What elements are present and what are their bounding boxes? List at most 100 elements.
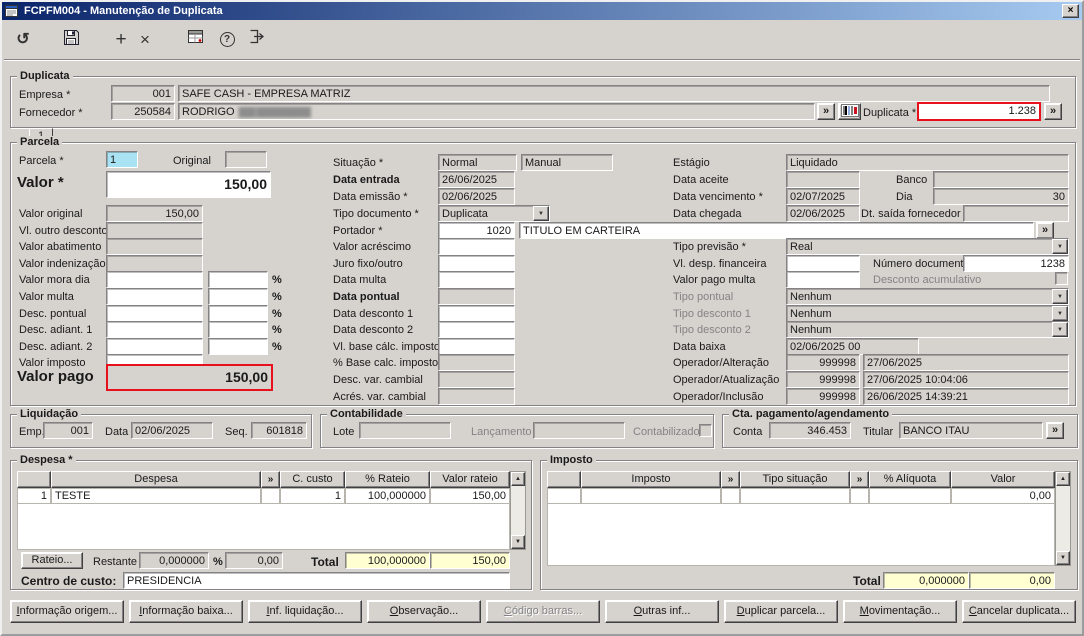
valor-mora-dia-pct-field[interactable] — [208, 271, 268, 288]
scroll-down-icon[interactable]: ▼ — [511, 535, 525, 549]
parcels-button[interactable] — [182, 29, 208, 53]
imposto-row-name[interactable] — [581, 488, 721, 504]
despesa-row-lookup-cell[interactable] — [261, 488, 280, 504]
fornecedor-code-field[interactable]: 250584 — [111, 103, 175, 120]
cancelar-duplicata-button[interactable]: Cancelar duplicata... — [962, 600, 1076, 623]
imposto-lookup-header[interactable]: » — [721, 471, 740, 488]
dia-label: Dia — [896, 191, 913, 203]
cta-legend: Cta. pagamento/agendamento — [729, 408, 892, 421]
valor-pago-multa-field[interactable] — [786, 271, 860, 288]
duplicata-lookup-button[interactable]: » — [1044, 103, 1062, 120]
tipo-documento-select[interactable]: Duplicata ▼ — [438, 205, 550, 222]
scroll-down-icon[interactable]: ▼ — [1056, 551, 1070, 565]
valor-multa-field[interactable] — [106, 288, 203, 305]
valor-multa-label: Valor multa — [19, 291, 74, 303]
chevron-down-icon[interactable]: ▼ — [1052, 239, 1068, 254]
duplicata-number-field[interactable]: 1.238 — [917, 102, 1041, 121]
percent-sign: % — [272, 274, 282, 286]
imposto-row-num[interactable] — [547, 488, 581, 504]
valor-abatimento-label: Valor abatimento — [19, 241, 101, 253]
scroll-up-icon[interactable]: ▲ — [1056, 472, 1070, 486]
imposto-row-lookup-cell[interactable] — [721, 488, 740, 504]
exit-button[interactable] — [244, 29, 270, 53]
centro-custo-field[interactable]: PRESIDENCIA — [123, 572, 510, 589]
despesa-scrollbar[interactable]: ▲ ▼ — [510, 471, 526, 550]
add-record-button[interactable]: + — [108, 29, 134, 53]
imposto-row-lookup-cell2[interactable] — [850, 488, 869, 504]
portador-lookup-button[interactable]: » — [1036, 222, 1054, 239]
despesa-row-num[interactable]: 1 — [17, 488, 51, 504]
movimentacao-button[interactable]: Movimentação... — [843, 600, 957, 623]
imposto-row-aliquota[interactable] — [869, 488, 951, 504]
desc-pontual-field[interactable] — [106, 305, 203, 322]
vl-base-calc-field[interactable] — [438, 338, 515, 355]
close-button[interactable]: × — [1062, 4, 1079, 18]
portador-name-field[interactable]: TITULO EM CARTEIRA — [519, 222, 1034, 239]
inf-liquidacao-button[interactable]: Inf. liquidação... — [248, 600, 362, 623]
desc-adiant1-pct-field[interactable] — [208, 321, 268, 338]
desconto-acumulativo-checkbox[interactable] — [1055, 272, 1068, 285]
parcela-number-field[interactable]: 1 — [106, 151, 138, 168]
help-button[interactable]: ? — [214, 29, 240, 53]
data-desconto1-field[interactable] — [438, 305, 515, 322]
data-desconto2-field[interactable] — [438, 321, 515, 338]
imposto-row-tipo[interactable] — [740, 488, 850, 504]
barcode-button[interactable] — [838, 103, 861, 120]
button-label: Observação... — [368, 601, 480, 622]
imposto-rownum-header — [547, 471, 581, 488]
dt-saida-field — [963, 205, 1069, 222]
despesa-row-name[interactable]: TESTE — [51, 488, 261, 504]
observacao-button[interactable]: Observação... — [367, 600, 481, 623]
rateio-button[interactable]: Rateio... — [21, 552, 83, 569]
tipo-situacao-lookup-header[interactable]: » — [850, 471, 869, 488]
duplicata-legend: Duplicata — [17, 70, 73, 83]
despesa-row-valor[interactable]: 150,00 — [430, 488, 510, 504]
valor-field[interactable]: 150,00 — [106, 171, 271, 198]
desc-pontual-pct-field[interactable] — [208, 305, 268, 322]
empresa-label: Empresa * — [19, 89, 70, 101]
desc-adiant2-field[interactable] — [106, 338, 203, 355]
pct-base-calc-label: % Base calc. imposto — [333, 357, 438, 369]
despesa-lookup-header[interactable]: » — [261, 471, 280, 488]
contabilidade-group: Contabilidade Lote Lançamento Contabiliz… — [320, 414, 714, 448]
vl-desp-financeira-field[interactable] — [786, 255, 860, 272]
juro-fixo-field[interactable] — [438, 255, 515, 272]
app-icon — [5, 4, 19, 18]
save-button[interactable] — [58, 29, 84, 53]
informacao-baixa-button[interactable]: Informação baixa... — [129, 600, 243, 623]
tipo-previsao-select[interactable]: Real ▼ — [786, 238, 1069, 255]
delete-record-button[interactable]: × — [132, 29, 158, 53]
valor-mora-dia-field[interactable] — [106, 271, 203, 288]
portador-code-field[interactable]: 1020 — [438, 222, 515, 239]
desc-adiant1-label: Desc. adiant. 1 — [19, 324, 92, 336]
save-icon — [63, 33, 80, 50]
data-multa-field[interactable] — [438, 271, 515, 288]
imposto-row-valor[interactable]: 0,00 — [951, 488, 1055, 504]
fornecedor-lookup-button[interactable]: » — [817, 103, 835, 120]
numero-documento-field[interactable]: 1238 — [963, 255, 1069, 272]
imposto-scrollbar[interactable]: ▲ ▼ — [1055, 471, 1071, 566]
op-alteracao-label: Operador/Alteração — [673, 357, 769, 369]
situacao-field: Normal — [438, 154, 517, 171]
despesa-row-rateio[interactable]: 100,000000 — [345, 488, 430, 504]
despesa-row-ccusto[interactable]: 1 — [280, 488, 345, 504]
desc-adiant2-pct-field[interactable] — [208, 338, 268, 355]
emp-field: 001 — [43, 422, 93, 439]
chevron-down-icon[interactable]: ▼ — [533, 206, 549, 221]
valor-indenizacao-field — [106, 255, 203, 272]
valor-multa-pct-field[interactable] — [208, 288, 268, 305]
liquidacao-legend: Liquidação — [17, 408, 81, 421]
lookup-icon: » — [823, 105, 829, 117]
banco-label: Banco — [896, 174, 927, 186]
desc-adiant1-field[interactable] — [106, 321, 203, 338]
seq-field: 601818 — [251, 422, 307, 439]
refresh-button[interactable]: ↺ — [10, 29, 36, 53]
conta-lookup-button[interactable]: » — [1046, 422, 1064, 439]
scroll-up-icon[interactable]: ▲ — [511, 472, 525, 486]
despesa-total-label: Total — [311, 556, 339, 568]
duplicar-parcela-button[interactable]: Duplicar parcela... — [724, 600, 838, 623]
outras-inf-button[interactable]: Outras inf... — [605, 600, 719, 623]
informacao-origem-button[interactable]: Informação origem... — [10, 600, 124, 623]
data-desconto2-label: Data desconto 2 — [333, 324, 413, 336]
valor-acrescimo-field[interactable] — [438, 238, 515, 255]
